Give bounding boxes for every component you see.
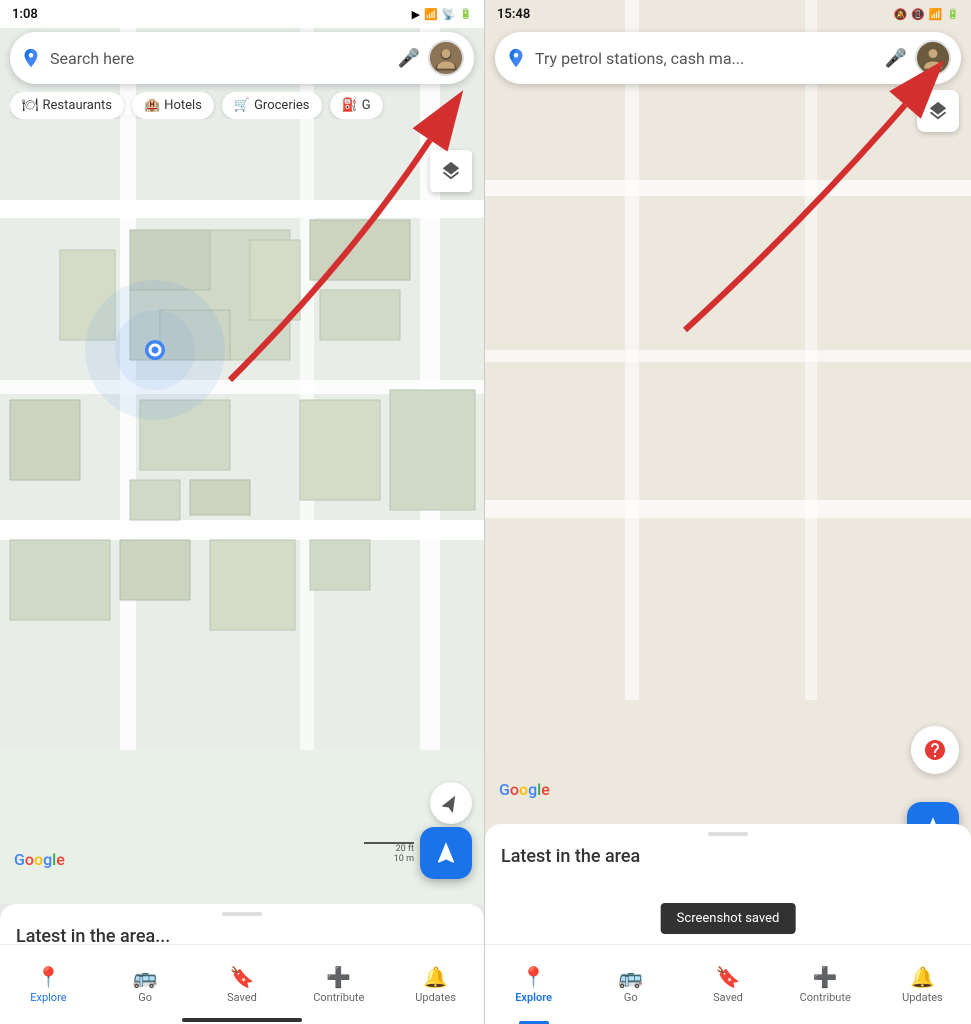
nav-updates-left[interactable]: 🔔 Updates <box>387 945 484 1024</box>
question-icon-right <box>923 738 947 762</box>
go-icon-right: 🚌 <box>618 965 643 989</box>
bottom-nav-right: 📍 Explore 🚌 Go 🔖 Saved ➕ Contribute 🔔 Up… <box>485 944 971 1024</box>
search-bar-right[interactable]: Try petrol stations, cash ma... 🎤 <box>495 32 961 84</box>
bell-mute-icon: 🔕 <box>893 8 907 21</box>
avatar-left[interactable] <box>428 40 464 76</box>
updates-icon-right: 🔔 <box>910 965 935 989</box>
map-background-left <box>0 0 484 904</box>
chip-gas[interactable]: ⛽ G <box>330 92 383 119</box>
mic-icon-left[interactable]: 🎤 <box>398 48 420 69</box>
groceries-icon: 🛒 <box>234 98 250 113</box>
battery-icon: 🔋 <box>460 9 472 20</box>
restaurants-icon: 🍽 <box>22 98 39 113</box>
saved-icon-right: 🔖 <box>716 965 741 989</box>
search-placeholder-right: Try petrol stations, cash ma... <box>535 49 877 68</box>
status-icons-right: 🔕 📵 📶 🔋 <box>893 8 959 21</box>
home-indicator-left <box>182 1018 302 1022</box>
status-bar-left: 1:08 ▶ 📶 📡 🔋 <box>0 0 484 28</box>
contribute-icon-left: ➕ <box>326 965 351 989</box>
go-label-left: Go <box>138 991 152 1004</box>
saved-icon-left: 🔖 <box>230 965 255 989</box>
explore-icon-left: 📍 <box>36 965 61 989</box>
layers-button-right[interactable] <box>917 90 959 132</box>
status-icons-left: ▶ 📶 📡 🔋 <box>412 8 472 21</box>
gas-icon: ⛽ <box>342 98 358 113</box>
nav-saved-right[interactable]: 🔖 Saved <box>679 945 776 1024</box>
signal-off-icon: 📵 <box>911 8 925 21</box>
go-icon-left: 🚌 <box>133 965 158 989</box>
saved-label-left: Saved <box>227 991 257 1004</box>
explore-label-left: Explore <box>30 991 66 1004</box>
google-logo-right: Google <box>499 780 550 799</box>
nav-go-right[interactable]: 🚌 Go <box>582 945 679 1024</box>
explore-icon-right: 📍 <box>521 965 546 989</box>
hotels-icon: 🏨 <box>144 98 160 113</box>
saved-label-right: Saved <box>713 991 743 1004</box>
signal-icon: 📶 <box>424 8 438 21</box>
category-chips-left: 🍽 Restaurants 🏨 Hotels 🛒 Groceries ⛽ G <box>10 92 474 119</box>
updates-label-left: Updates <box>415 991 456 1004</box>
maps-logo-right <box>505 47 527 69</box>
layers-button-left[interactable] <box>430 150 472 192</box>
battery-right-icon: 🔋 <box>947 9 959 20</box>
signal-right-icon: 📶 <box>929 8 943 21</box>
bottom-nav-left: 📍 Explore 🚌 Go 🔖 Saved ➕ Contribute 🔔 Up… <box>0 944 484 1024</box>
contribute-label-left: Contribute <box>313 991 364 1004</box>
map-background-right <box>485 0 971 844</box>
nav-icon: ▶ <box>412 8 420 21</box>
nav-explore-left[interactable]: 📍 Explore <box>0 945 97 1024</box>
sheet-title-right: Latest in the area <box>485 842 971 875</box>
chip-restaurants[interactable]: 🍽 Restaurants <box>10 92 124 119</box>
google-logo-left: Google <box>14 850 65 869</box>
contribute-label-right: Contribute <box>800 991 851 1004</box>
time-right: 15:48 <box>497 7 530 22</box>
sheet-handle-right <box>708 832 748 836</box>
map-scale-left: 20 ft 10 m <box>364 842 414 864</box>
chip-hotels[interactable]: 🏨 Hotels <box>132 92 214 119</box>
nav-contribute-left[interactable]: ➕ Contribute <box>290 945 387 1024</box>
screenshot-toast: Screenshot saved <box>661 903 796 934</box>
explore-label-right: Explore <box>515 991 552 1004</box>
layers-icon-left <box>440 160 462 182</box>
search-bar-left[interactable]: Search here 🎤 <box>10 32 474 84</box>
sheet-handle-left <box>222 912 262 916</box>
updates-icon-left: 🔔 <box>423 965 448 989</box>
search-placeholder-left: Search here <box>50 49 390 68</box>
nav-updates-right[interactable]: 🔔 Updates <box>874 945 971 1024</box>
chip-groceries[interactable]: 🛒 Groceries <box>222 92 322 119</box>
question-fab-right[interactable] <box>911 726 959 774</box>
right-phone: 15:48 🔕 📵 📶 🔋 Try petrol stations, cash … <box>485 0 971 1024</box>
nav-explore-right[interactable]: 📍 Explore <box>485 945 582 1024</box>
direction-button-left[interactable] <box>430 782 472 824</box>
nav-go-left[interactable]: 🚌 Go <box>97 945 194 1024</box>
compass-icon-left <box>441 793 461 813</box>
nav-saved-left[interactable]: 🔖 Saved <box>194 945 291 1024</box>
contribute-icon-right: ➕ <box>813 965 838 989</box>
avatar-right[interactable] <box>915 40 951 76</box>
navigate-icon-left <box>433 840 459 866</box>
updates-label-right: Updates <box>902 991 943 1004</box>
left-phone: 1:08 ▶ 📶 📡 🔋 <box>0 0 485 1024</box>
go-label-right: Go <box>624 991 638 1004</box>
maps-logo-left <box>20 47 42 69</box>
status-bar-right: 15:48 🔕 📵 📶 🔋 <box>485 0 971 28</box>
layers-icon-right <box>927 100 949 122</box>
navigate-fab-left[interactable] <box>420 827 472 879</box>
time-left: 1:08 <box>12 7 38 22</box>
nav-contribute-right[interactable]: ➕ Contribute <box>777 945 874 1024</box>
wifi-icon: 📡 <box>442 8 456 21</box>
mic-icon-right[interactable]: 🎤 <box>885 48 907 69</box>
